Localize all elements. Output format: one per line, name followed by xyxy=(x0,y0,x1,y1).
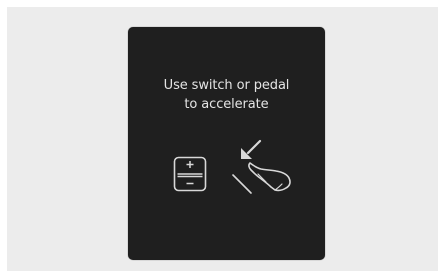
press-arrow-icon xyxy=(241,139,262,159)
plus-minus-switch-icon xyxy=(173,156,207,192)
cluster-display-panel: Use switch or pedal to accelerate xyxy=(128,27,325,260)
instruction-icons xyxy=(128,27,325,260)
foot-pedal-icon xyxy=(232,139,291,194)
